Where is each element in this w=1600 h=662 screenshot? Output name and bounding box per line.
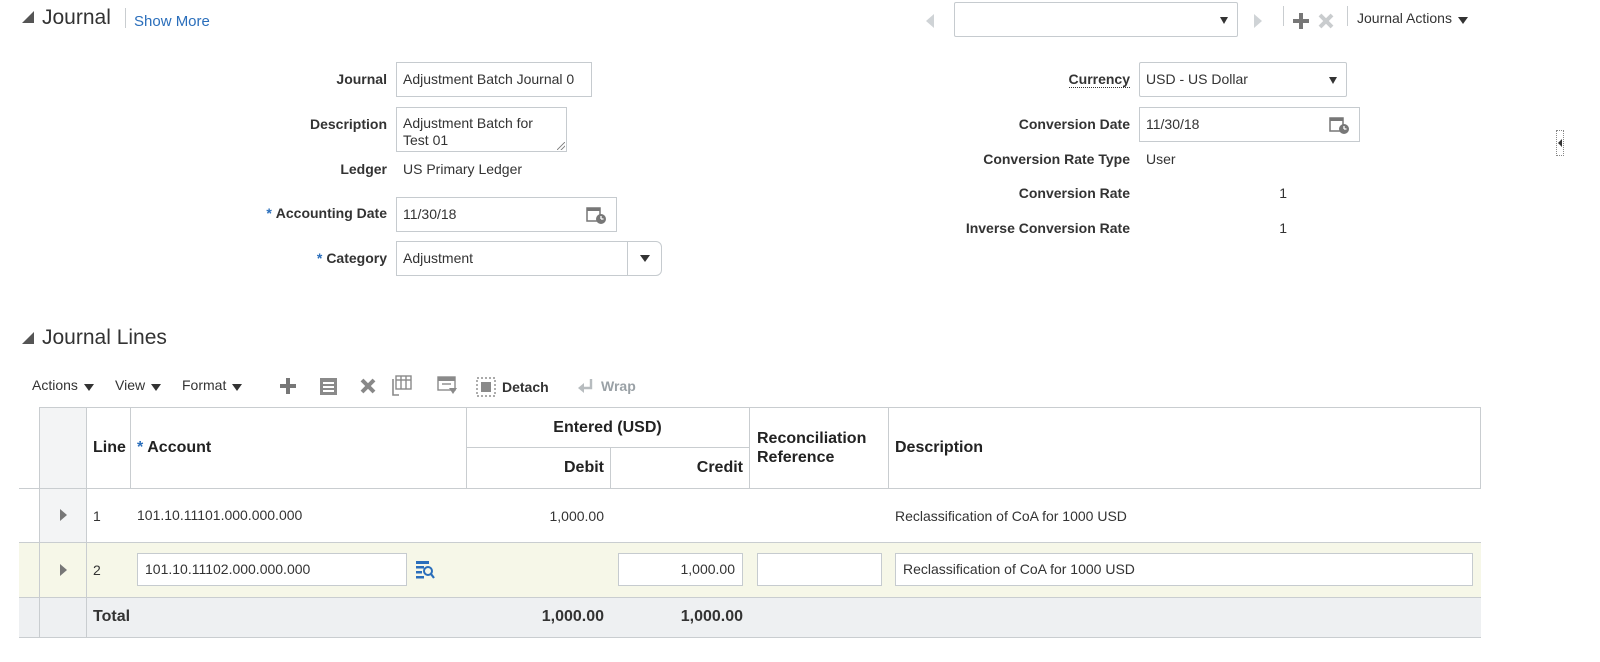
next-record-icon[interactable] — [1252, 13, 1264, 32]
add-row-icon[interactable] — [279, 377, 297, 398]
ledger-label: Ledger — [340, 161, 387, 177]
account-search-icon[interactable] — [415, 560, 435, 583]
show-more-link[interactable]: Show More — [134, 13, 210, 30]
conversion-rate-value: 1 — [1279, 185, 1287, 201]
freeze-column-icon[interactable] — [437, 376, 459, 399]
accounting-date-input[interactable]: 11/30/18 — [396, 197, 617, 232]
previous-record-icon[interactable] — [924, 13, 936, 32]
category-dropdown-button[interactable] — [627, 242, 661, 275]
journal-name-input[interactable]: Adjustment Batch Journal 0 — [396, 62, 592, 97]
journal-collapse-toggle[interactable] — [21, 10, 35, 24]
category-label: * Category — [316, 250, 387, 266]
description-text: Adjustment Batch for Test 01 — [403, 115, 533, 148]
table-row-selected[interactable]: 2 101.10.11102.000.000.000 1,000.00 Recl… — [19, 543, 1481, 597]
category-combobox[interactable]: Adjustment — [396, 241, 662, 276]
debit-value: 1,000.00 — [549, 508, 605, 524]
delete-icon[interactable] — [1317, 12, 1335, 33]
accounting-date-label: * Accounting Date — [266, 205, 387, 221]
expand-row-icon[interactable] — [60, 509, 67, 521]
journal-actions-menu[interactable]: Journal Actions — [1357, 10, 1468, 26]
format-menu[interactable]: Format — [182, 377, 243, 393]
select-arrow-icon — [1329, 77, 1337, 84]
currency-select[interactable]: USD - US Dollar — [1139, 62, 1347, 97]
journal-lines-title: Journal Lines — [42, 326, 167, 349]
view-menu[interactable]: View — [115, 377, 162, 393]
collapse-triangle-icon — [22, 11, 34, 23]
credit-input[interactable]: 1,000.00 — [618, 553, 743, 586]
description-input[interactable]: Reclassification of CoA for 1000 USD — [895, 553, 1473, 586]
total-debit: 1,000.00 — [541, 608, 604, 625]
description-label: Description — [309, 116, 387, 132]
column-header-description[interactable]: Description — [895, 439, 983, 457]
column-header-line[interactable]: Line — [93, 439, 126, 457]
required-asterisk: * — [137, 439, 144, 456]
line-number: 1 — [93, 508, 101, 524]
journal-name-label: Journal — [336, 71, 387, 87]
conversion-rate-type-label: Conversion Rate Type — [983, 151, 1130, 167]
detach-button[interactable]: Detach — [476, 377, 549, 397]
account-value: 101.10.11101.000.000.000 — [137, 507, 303, 523]
column-header-debit[interactable]: Debit — [466, 459, 604, 477]
description-value: Reclassification of CoA for 1000 USD — [895, 508, 1127, 524]
inverse-conversion-rate-value: 1 — [1279, 220, 1287, 236]
chevron-down-icon — [639, 255, 650, 262]
column-header-account[interactable]: * Account — [137, 439, 211, 457]
description-textarea[interactable]: Adjustment Batch for Test 01 — [396, 107, 567, 152]
delete-row-icon[interactable] — [359, 377, 377, 398]
panel-splitter-handle[interactable] — [1556, 130, 1564, 156]
actions-menu[interactable]: Actions — [32, 377, 94, 393]
journal-lines-table: Line * Account Entered (USD) Debit Credit… — [19, 407, 1481, 638]
total-credit: 1,000.00 — [680, 608, 743, 625]
toolbar-divider-2 — [1347, 6, 1348, 26]
total-label: Total — [93, 608, 131, 625]
collapse-left-icon — [1558, 139, 1562, 147]
wrap-icon — [578, 379, 593, 393]
calendar-icon[interactable] — [1329, 114, 1351, 141]
calendar-icon[interactable] — [586, 204, 608, 231]
chevron-down-icon — [83, 383, 94, 391]
record-navigator-select[interactable] — [954, 2, 1238, 37]
conversion-rate-type-value: User — [1146, 151, 1176, 167]
add-icon[interactable] — [1292, 12, 1310, 33]
column-header-entered-group: Entered (USD) — [553, 419, 662, 436]
edit-row-icon[interactable] — [319, 377, 338, 399]
column-layout-icon[interactable] — [390, 375, 412, 400]
required-asterisk: * — [266, 205, 272, 221]
column-header-credit[interactable]: Credit — [610, 459, 743, 477]
conversion-date-input[interactable]: 11/30/18 — [1139, 107, 1360, 142]
resize-grip-icon[interactable] — [557, 142, 565, 150]
line-number: 2 — [93, 562, 101, 578]
currency-label: Currency — [1068, 71, 1130, 88]
expand-row-icon[interactable] — [60, 564, 67, 576]
journal-lines-collapse-toggle[interactable] — [21, 331, 35, 345]
conversion-rate-label: Conversion Rate — [1018, 185, 1130, 201]
account-input[interactable]: 101.10.11102.000.000.000 — [137, 553, 407, 586]
toolbar-divider — [1283, 6, 1284, 26]
table-row[interactable]: 1 101.10.11101.000.000.000 1,000.00 Recl… — [19, 489, 1481, 542]
reconciliation-reference-input[interactable] — [757, 553, 882, 586]
detach-icon — [476, 377, 496, 397]
inverse-conversion-rate-label: Inverse Conversion Rate — [965, 220, 1130, 236]
ledger-value: US Primary Ledger — [403, 161, 523, 177]
chevron-down-icon — [151, 383, 162, 391]
required-asterisk: * — [316, 250, 323, 266]
conversion-date-label: Conversion Date — [1018, 116, 1130, 132]
total-row: Total 1,000.00 1,000.00 — [19, 598, 1481, 637]
collapse-triangle-icon — [22, 332, 34, 344]
select-arrow-icon — [1220, 17, 1228, 24]
journal-section-title: Journal — [42, 6, 111, 29]
chevron-down-icon — [232, 383, 243, 391]
chevron-down-icon — [1457, 16, 1468, 24]
wrap-button[interactable]: Wrap — [577, 377, 636, 395]
title-divider — [125, 8, 126, 28]
column-header-reconciliation-reference[interactable]: Reconciliation Reference — [757, 429, 885, 467]
